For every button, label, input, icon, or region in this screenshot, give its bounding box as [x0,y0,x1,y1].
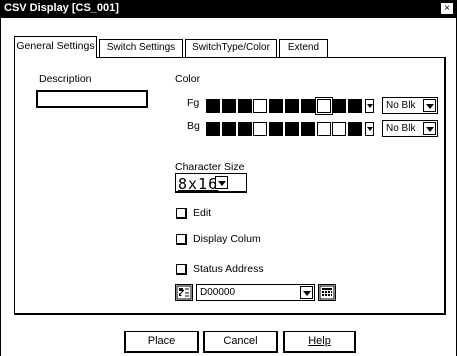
bg-color-swatch[interactable] [285,122,299,136]
bg-color-swatch[interactable] [348,122,363,136]
chevron-down-icon[interactable] [215,176,228,189]
place-button[interactable]: Place [124,331,199,353]
color-label: Color [175,73,201,85]
character-size-value: 8x16 [178,175,219,193]
bg-color-swatch[interactable] [237,122,252,136]
chevron-down-icon[interactable] [300,286,313,299]
keypad-icon[interactable] [318,284,336,301]
display-colum-checkbox[interactable] [176,234,187,245]
bg-color-dropdown-icon[interactable] [365,122,374,136]
fg-color-swatch[interactable] [300,99,315,113]
bg-color-swatch[interactable] [253,122,268,136]
status-address-input[interactable]: D00000 [196,284,315,301]
fg-color-swatch[interactable] [253,99,268,113]
bg-color-swatch[interactable] [206,122,220,136]
tab-switch-settings[interactable]: Switch Settings [99,39,183,57]
status-address-checkbox[interactable] [176,264,187,275]
fg-label: Fg [187,97,200,109]
description-label: Description [39,73,92,85]
help-button[interactable]: Help [283,331,356,353]
fg-color-swatch[interactable] [206,99,220,113]
bg-color-swatch[interactable] [316,122,331,136]
title-bar: CSV Display [CS_001] × [0,0,457,18]
status-address-label: Status Address [193,263,264,275]
bg-color-swatch[interactable] [300,122,315,136]
cancel-button[interactable]: Cancel [203,331,278,353]
chevron-down-icon[interactable] [423,99,436,112]
close-icon[interactable]: × [440,2,454,15]
bg-color-swatch[interactable] [332,122,347,136]
display-colum-label: Display Colum [193,233,261,245]
window-title: CSV Display [CS_001] [4,2,119,14]
bg-label: Bg [187,120,200,132]
bg-blink-value: No Blk [386,123,416,134]
bg-color-swatch[interactable] [221,122,236,136]
bg-color-swatch[interactable] [269,122,284,136]
bg-blink-select[interactable]: No Blk [382,120,438,137]
fg-color-swatch[interactable] [314,97,333,115]
fg-blink-value: No Blk [386,100,416,111]
character-size-label: Character Size [175,161,245,173]
fg-color-swatch[interactable] [332,99,347,113]
fg-color-swatch[interactable] [348,99,363,113]
fg-color-swatch[interactable] [221,99,236,113]
help-label: Help [308,335,331,347]
status-address-value: D00000 [200,287,236,298]
edit-label: Edit [193,207,212,219]
tab-switchtype-color[interactable]: SwitchType/Color [185,39,277,57]
word-address-icon[interactable] [175,284,193,301]
fg-color-dropdown-icon[interactable] [365,99,374,113]
description-input[interactable] [36,90,148,108]
window-frame-left [0,18,3,356]
fg-color-swatch[interactable] [237,99,252,113]
character-size-select[interactable]: 8x16 [175,173,247,193]
chevron-down-icon[interactable] [423,122,436,135]
fg-color-swatch[interactable] [285,99,299,113]
fg-blink-select[interactable]: No Blk [382,97,438,114]
csv-display-dialog: CSV Display [CS_001] × General Settings … [0,0,457,356]
tab-extend[interactable]: Extend [279,39,328,57]
tab-general-settings[interactable]: General Settings [14,36,97,58]
fg-color-swatch[interactable] [269,99,284,113]
edit-checkbox[interactable] [176,208,187,219]
